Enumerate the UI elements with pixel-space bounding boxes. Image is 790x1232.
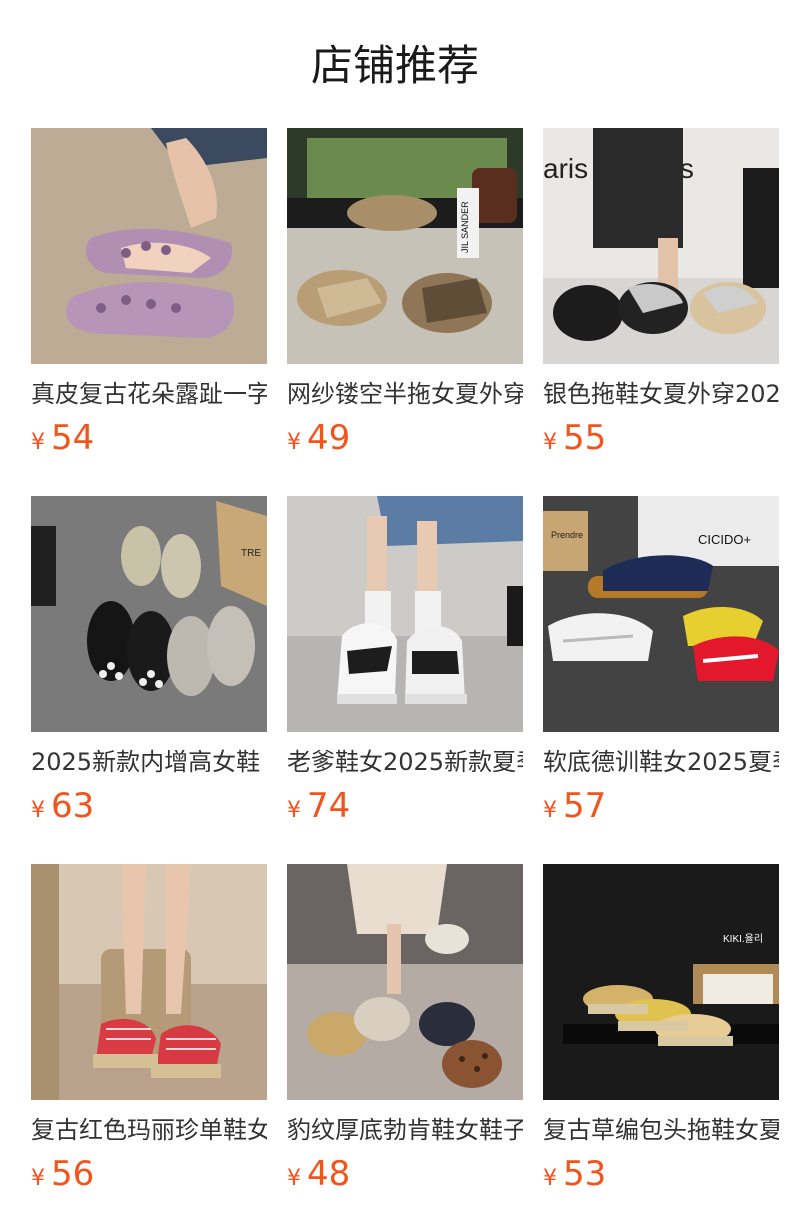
product-card[interactable]: 老爹鞋女2025新款夏季 ¥74 <box>287 496 523 826</box>
product-price: ¥55 <box>543 416 606 460</box>
product-image[interactable] <box>287 864 523 1100</box>
product-image[interactable] <box>31 128 267 364</box>
bag-text: TRE <box>241 548 261 559</box>
price-value: 54 <box>51 418 95 458</box>
product-card[interactable]: 真皮复古花朵露趾一字 ¥54 <box>31 128 267 458</box>
product-name[interactable]: 复古红色玛丽珍单鞋女 <box>31 1114 267 1146</box>
brand-text: KIKI.율리 <box>723 933 763 945</box>
currency-symbol: ¥ <box>543 1166 557 1191</box>
currency-symbol: ¥ <box>287 1166 301 1191</box>
product-price: ¥48 <box>287 1152 350 1196</box>
product-price: ¥49 <box>287 416 350 460</box>
product-card[interactable]: aris aris aris 银色拖鞋女夏外穿2025 ¥55 <box>543 128 779 458</box>
price-value: 56 <box>51 1154 95 1194</box>
product-name[interactable]: 真皮复古花朵露趾一字 <box>31 378 267 410</box>
product-grid: 真皮复古花朵露趾一字 ¥54 JIL SANDER 网纱镂空半拖女夏外穿 ¥ 4… <box>31 128 790 1194</box>
product-name[interactable]: 老爹鞋女2025新款夏季 <box>287 746 523 778</box>
price-value: 74 <box>307 786 351 826</box>
product-name[interactable]: 2025新款内增高女鞋 <box>31 746 267 778</box>
product-image[interactable]: KIKI.율리 <box>543 864 779 1100</box>
product-price: ¥53 <box>543 1152 606 1196</box>
product-price: ¥57 <box>543 784 606 828</box>
price-value: 63 <box>51 786 95 826</box>
product-image[interactable]: aris aris aris <box>543 128 779 364</box>
product-name[interactable]: 网纱镂空半拖女夏外穿 <box>287 378 523 410</box>
product-price: ¥56 <box>31 1152 94 1196</box>
product-price: ¥54 <box>31 416 94 460</box>
box-label: JIL SANDER <box>460 201 470 253</box>
product-card[interactable]: 豹纹厚底勃肯鞋女鞋子 ¥48 <box>287 864 523 1194</box>
product-name[interactable]: 豹纹厚底勃肯鞋女鞋子 <box>287 1114 523 1146</box>
product-card[interactable]: KIKI.율리 复古草编包头拖鞋女夏 ¥53 <box>543 864 779 1194</box>
product-price: ¥74 <box>287 784 350 828</box>
product-card[interactable]: JIL SANDER 网纱镂空半拖女夏外穿 ¥49 <box>287 128 523 458</box>
product-name[interactable]: 复古草编包头拖鞋女夏 <box>543 1114 779 1146</box>
product-name[interactable]: 软底德训鞋女2025夏季 <box>543 746 779 778</box>
price-value: 49 <box>307 418 351 458</box>
product-card[interactable]: 复古红色玛丽珍单鞋女 ¥56 <box>31 864 267 1194</box>
currency-symbol: ¥ <box>543 798 557 823</box>
product-image[interactable]: TRE <box>31 496 267 732</box>
bag-text: Prendre <box>551 530 583 540</box>
product-image[interactable] <box>287 496 523 732</box>
currency-symbol: ¥ <box>543 430 557 455</box>
product-image[interactable] <box>31 864 267 1100</box>
currency-symbol: ¥ <box>31 430 45 455</box>
currency-symbol: ¥ <box>287 798 301 823</box>
product-image[interactable]: JIL SANDER <box>287 128 523 364</box>
price-value: 55 <box>563 418 607 458</box>
price-value: 57 <box>563 786 607 826</box>
currency-symbol: ¥ <box>31 1166 45 1191</box>
product-name[interactable]: 银色拖鞋女夏外穿2025 <box>543 378 779 410</box>
product-image[interactable]: CICIDO+ Prendre <box>543 496 779 732</box>
currency-symbol: ¥ <box>287 430 301 455</box>
box-text: CICIDO+ <box>698 532 751 547</box>
price-value: 48 <box>307 1154 351 1194</box>
store-recommendations-page: 店铺推荐 真皮复古花朵露趾一字 ¥ 54 JIL SANDER 网纱镂空半拖女夏… <box>0 0 790 1232</box>
section-title: 店铺推荐 <box>310 41 479 90</box>
currency-symbol: ¥ <box>31 798 45 823</box>
product-price: ¥63 <box>31 784 94 828</box>
price-value: 53 <box>563 1154 607 1194</box>
product-card[interactable]: TRE 2025新款内增高女鞋 ¥63 <box>31 496 267 826</box>
product-card[interactable]: CICIDO+ Prendre 软底德训鞋女2025夏季 ¥57 <box>543 496 779 826</box>
